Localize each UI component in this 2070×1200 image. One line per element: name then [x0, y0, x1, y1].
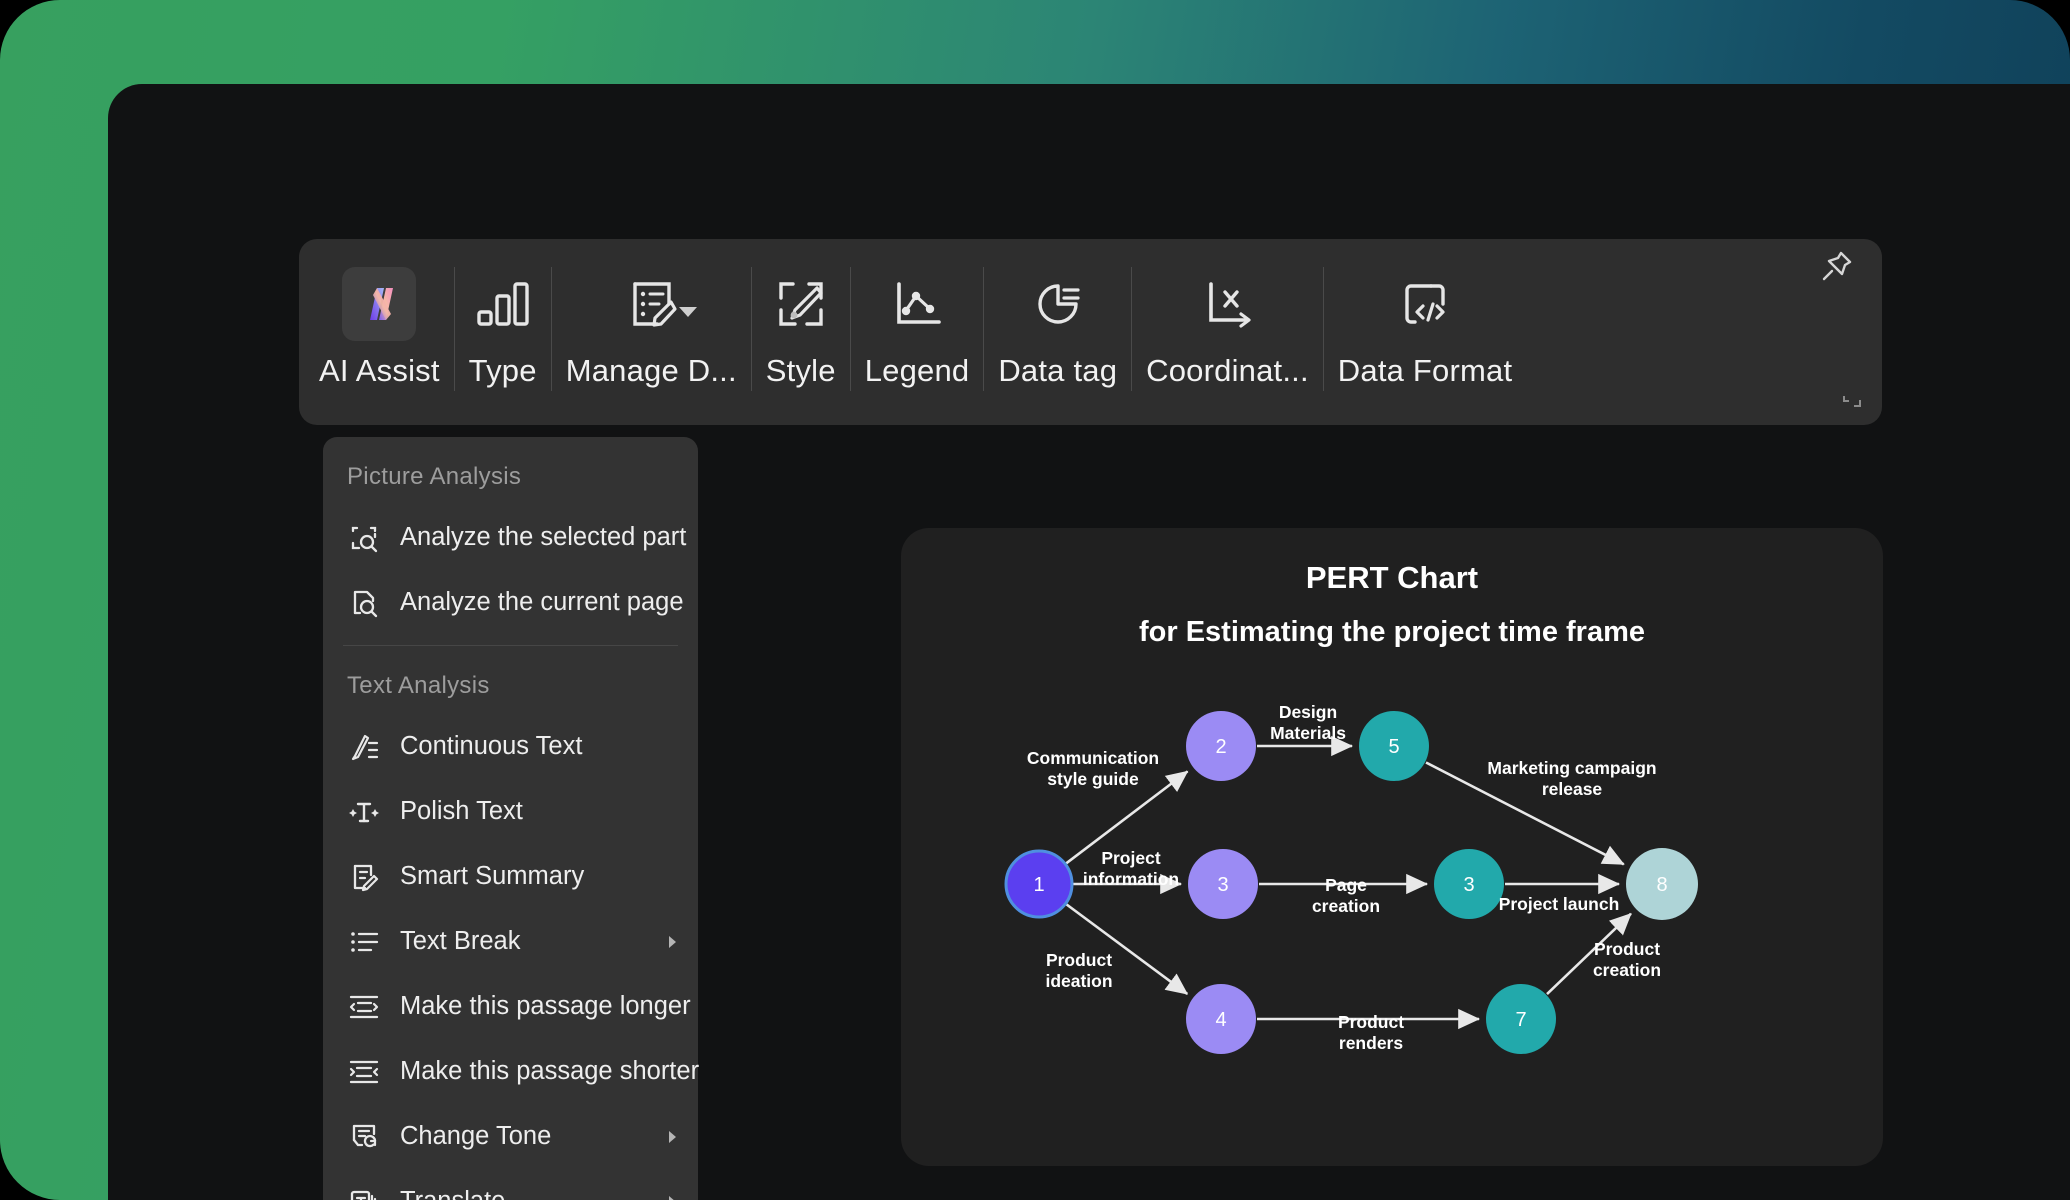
menu-item-label: Polish Text	[400, 797, 523, 825]
pert-node-label: 2	[1215, 736, 1226, 758]
change-tone-icon	[347, 1122, 381, 1152]
menu-item-label: Make this passage shorter	[400, 1057, 700, 1085]
pert-node[interactable]: 7	[1486, 984, 1556, 1054]
ai-assist-icon	[342, 267, 417, 341]
pert-node-label: 3	[1463, 874, 1474, 896]
ribbon-item-data-format[interactable]: Data Format	[1324, 239, 1526, 425]
ribbon-item-label: Manage D...	[565, 353, 737, 388]
ribbon-item-label: Style	[765, 353, 836, 388]
menu-item-make-passage-shorter[interactable]: Make this passage shorter	[323, 1039, 700, 1104]
pert-node-label: 1	[1033, 874, 1044, 896]
style-brush-icon	[773, 265, 829, 343]
ribbon-toolbar: AI Assist Type Manage D... Style Legend …	[299, 239, 1882, 425]
ribbon-item-list: AI Assist Type Manage D... Style Legend …	[299, 239, 1882, 425]
menu-item-make-passage-longer[interactable]: Make this passage longer	[323, 974, 698, 1039]
menu-section-title-text-analysis: Text Analysis	[347, 672, 490, 699]
ribbon-item-label: Data Format	[1337, 353, 1513, 388]
pert-edge-label: Project launch	[1499, 894, 1620, 914]
pert-edge-label: Page creation	[1312, 875, 1380, 916]
pert-edge-label: Marketing campaign release	[1487, 758, 1656, 799]
ribbon-item-label: Legend	[864, 353, 970, 388]
ai-assist-icon-wrap	[342, 265, 417, 343]
pie-chart-icon	[1030, 265, 1086, 343]
ribbon-item-label: Data tag	[998, 353, 1118, 388]
menu-section-title-picture-analysis: Picture Analysis	[347, 463, 522, 490]
submenu-arrow-icon[interactable]	[669, 1130, 676, 1143]
coordinate-axis-icon	[1199, 265, 1255, 343]
menu-item-label: Continuous Text	[400, 732, 583, 760]
ribbon-item-manage-data[interactable]: Manage D...	[552, 239, 751, 425]
menu-item-translate[interactable]: Translate	[323, 1169, 698, 1200]
pert-node-label: 8	[1656, 874, 1667, 896]
ribbon-item-style[interactable]: Style	[752, 239, 850, 425]
pert-node-label: 5	[1388, 736, 1399, 758]
pert-node[interactable]: 1	[1004, 849, 1074, 919]
ai-assist-dropdown-menu: Picture Analysis Analyze the selected pa…	[323, 437, 700, 1200]
submenu-arrow-icon[interactable]	[669, 935, 676, 948]
menu-item-label: Text Break	[400, 927, 521, 955]
continuous-text-icon	[347, 732, 381, 762]
data-format-code-icon	[1397, 265, 1453, 343]
pert-node-label: 4	[1215, 1009, 1226, 1031]
pert-edge-label: Design Materials	[1270, 702, 1346, 743]
chevron-down-icon[interactable]	[679, 307, 698, 317]
translate-icon	[347, 1187, 381, 1200]
menu-item-label: Smart Summary	[400, 862, 585, 890]
resize-corner-icon[interactable]	[1840, 384, 1866, 415]
shorten-text-icon	[347, 1057, 381, 1087]
pert-edge-label: Product creation	[1593, 939, 1661, 980]
pert-edge-label-layer: Communication style guide Project informati…	[1027, 702, 1661, 1053]
pert-node[interactable]: 2	[1186, 711, 1256, 781]
submenu-arrow-icon[interactable]	[669, 1195, 676, 1200]
pert-edge-label: Product renders	[1338, 1012, 1404, 1053]
manage-data-icon	[623, 265, 698, 343]
pert-node[interactable]: 3	[1188, 849, 1258, 919]
pert-edge-label: Product ideation	[1045, 950, 1112, 991]
pert-node-label: 7	[1515, 1009, 1526, 1031]
ribbon-item-legend[interactable]: Legend	[851, 239, 984, 425]
smart-summary-icon	[347, 862, 381, 892]
menu-item-label: Translate	[400, 1187, 505, 1200]
menu-item-analyze-current-page[interactable]: Analyze the current page	[323, 570, 698, 635]
pert-diagram: 1 2 3 4 5 3 7 8 Communication style guide Project…	[1004, 702, 1698, 1054]
ribbon-item-coordinate[interactable]: Coordinat...	[1132, 239, 1323, 425]
text-break-icon	[347, 927, 381, 957]
menu-item-analyze-selected-part[interactable]: Analyze the selected part	[323, 505, 698, 570]
menu-item-smart-summary[interactable]: Smart Summary	[323, 844, 698, 909]
app-window: AI Assist Type Manage D... Style Legend …	[108, 84, 2070, 1200]
bar-chart-icon	[475, 265, 531, 343]
expand-text-icon	[347, 992, 381, 1022]
ribbon-item-ai-assist[interactable]: AI Assist	[305, 239, 454, 425]
ribbon-item-type[interactable]: Type	[455, 239, 551, 425]
menu-item-polish-text[interactable]: Polish Text	[323, 779, 698, 844]
ribbon-item-label: AI Assist	[319, 353, 440, 388]
ribbon-item-label: Coordinat...	[1146, 353, 1309, 388]
menu-item-label: Analyze the selected part	[400, 523, 687, 551]
menu-item-continuous-text[interactable]: Continuous Text	[323, 714, 698, 779]
pert-node[interactable]: 4	[1186, 984, 1256, 1054]
pert-node[interactable]: 5	[1359, 711, 1429, 781]
analyze-page-icon	[347, 588, 381, 618]
pert-node[interactable]: 3	[1434, 849, 1504, 919]
menu-item-text-break[interactable]: Text Break	[323, 909, 698, 974]
menu-item-label: Make this passage longer	[400, 992, 691, 1020]
menu-item-label: Analyze the current page	[400, 588, 684, 616]
pert-node[interactable]: 8	[1626, 848, 1698, 920]
pert-edge-label: Project information	[1083, 848, 1179, 889]
pert-chart-panel[interactable]: PERT Chart for Estimating the project ti…	[901, 528, 1883, 1166]
pert-node-label: 3	[1217, 874, 1228, 896]
polish-text-icon	[347, 797, 381, 827]
legend-icon	[889, 265, 945, 343]
pin-icon[interactable]	[1820, 249, 1854, 288]
ribbon-item-label: Type	[468, 353, 537, 388]
analyze-selection-icon	[347, 523, 381, 553]
menu-item-label: Change Tone	[400, 1122, 552, 1150]
pert-edge-label: Communication style guide	[1027, 748, 1159, 789]
menu-item-change-tone[interactable]: Change Tone	[323, 1104, 698, 1169]
ribbon-item-data-tag[interactable]: Data tag	[984, 239, 1131, 425]
